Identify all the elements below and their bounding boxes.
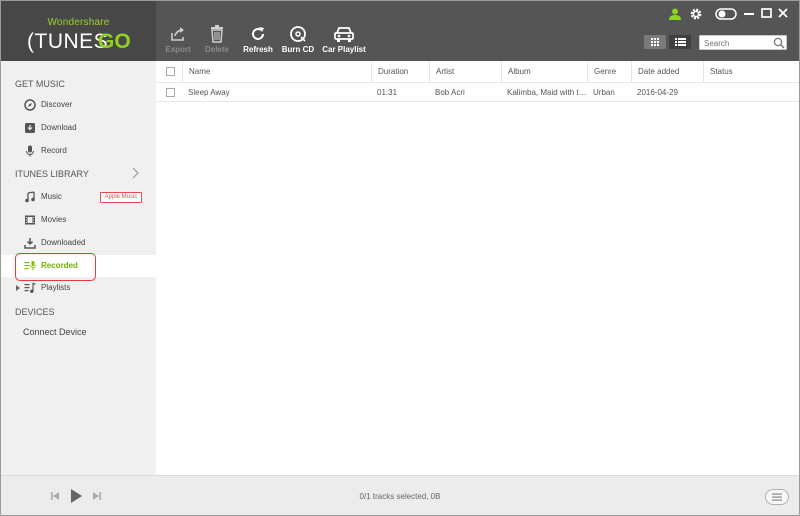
car-playlist-button[interactable]: Car Playlist xyxy=(321,25,367,57)
sidebar-item-downloaded[interactable]: Downloaded xyxy=(1,232,156,254)
row-checkbox[interactable] xyxy=(166,88,175,97)
gear-icon[interactable] xyxy=(689,7,703,21)
column-header-status[interactable]: Status xyxy=(703,61,799,83)
brand-go-text: GO xyxy=(98,30,131,53)
burn-cd-button[interactable]: Burn CD xyxy=(281,25,315,57)
export-label: Export xyxy=(165,45,191,54)
refresh-button[interactable]: Refresh xyxy=(241,25,275,57)
queue-list-icon xyxy=(772,493,782,501)
refresh-label: Refresh xyxy=(243,45,273,54)
burn-cd-label: Burn CD xyxy=(281,45,315,54)
sidebar-item-record[interactable]: Record xyxy=(1,140,156,162)
column-header-album[interactable]: Album xyxy=(501,61,587,83)
player-bar: 0/1 tracks selected, 0B xyxy=(1,475,799,515)
sidebar-item-label: Record xyxy=(41,146,67,155)
apple-music-badge[interactable]: Apple Music xyxy=(100,192,142,203)
cell-genre: Urban xyxy=(593,88,615,97)
mini-mode-toggle-icon[interactable] xyxy=(715,8,737,20)
list-icon xyxy=(675,38,686,46)
music-note-icon xyxy=(25,191,35,203)
sidebar-item-playlists[interactable]: Playlists xyxy=(1,277,156,299)
section-header-devices: DEVICES xyxy=(15,307,55,317)
app-window: Wondershare (TUNES GO Export Delete Refr… xyxy=(0,0,800,516)
playlist-icon xyxy=(24,282,36,293)
trash-icon xyxy=(211,25,223,43)
column-header-genre[interactable]: Genre xyxy=(587,61,631,83)
car-icon xyxy=(334,27,354,42)
minimize-icon[interactable] xyxy=(744,12,754,16)
cell-date-added: 2016-04-29 xyxy=(637,88,678,97)
playlist-queue-button[interactable] xyxy=(765,489,789,505)
download-tray-icon xyxy=(24,238,36,249)
column-header-duration[interactable]: Duration xyxy=(371,61,429,83)
sidebar-item-label: Download xyxy=(41,123,77,132)
sidebar-item-label: Downloaded xyxy=(41,238,86,247)
close-icon[interactable] xyxy=(778,8,788,18)
sidebar-item-download[interactable]: Download xyxy=(1,117,156,139)
delete-button[interactable]: Delete xyxy=(203,25,231,57)
section-header-get-music: GET MUSIC xyxy=(15,79,65,89)
cell-duration: 01:31 xyxy=(377,88,398,97)
logo-area: Wondershare (TUNES GO xyxy=(1,1,156,61)
cell-artist: Bob Acri xyxy=(435,88,465,97)
sidebar-item-movies[interactable]: Movies xyxy=(1,209,156,231)
grid-view-button[interactable] xyxy=(644,35,666,49)
table-header: Name Duration Artist Album Genre Date ad… xyxy=(157,61,799,83)
cd-icon xyxy=(290,26,306,42)
sidebar-item-label: Movies xyxy=(41,215,67,224)
connect-device-link[interactable]: Connect Device xyxy=(23,327,87,337)
cell-album: Kalimba, Maid with th... xyxy=(507,88,587,97)
sidebar-item-label: Music xyxy=(41,192,62,201)
column-header-artist[interactable]: Artist xyxy=(429,61,501,83)
tunesgo-logo: (TUNES GO xyxy=(27,30,131,53)
microphone-icon xyxy=(26,145,34,157)
compass-icon xyxy=(24,99,36,111)
brand-tunes-text: (TUNES xyxy=(27,30,108,53)
selection-status-text: 0/1 tracks selected, 0B xyxy=(359,492,441,501)
film-icon xyxy=(25,215,35,225)
brand-wondershare: Wondershare xyxy=(47,17,110,28)
search-icon[interactable] xyxy=(773,37,785,49)
maximize-icon[interactable] xyxy=(761,8,772,18)
section-header-itunes-library: ITUNES LIBRARY xyxy=(15,169,89,179)
select-all-checkbox[interactable] xyxy=(166,67,175,76)
top-toolbar: Wondershare (TUNES GO Export Delete Refr… xyxy=(1,1,799,61)
export-button[interactable]: Export xyxy=(163,25,193,57)
cell-status xyxy=(703,83,799,102)
sidebar-item-discover[interactable]: Discover xyxy=(1,94,156,116)
sidebar-item-label: Discover xyxy=(41,100,73,109)
chevron-right-icon[interactable] xyxy=(131,167,139,179)
sidebar-item-label: Playlists xyxy=(41,283,71,292)
refresh-icon xyxy=(252,27,264,40)
grid-icon xyxy=(651,38,659,46)
column-header-name[interactable]: Name xyxy=(182,61,371,83)
list-view-button[interactable] xyxy=(669,35,691,49)
track-table: Name Duration Artist Album Genre Date ad… xyxy=(157,61,799,102)
cell-name: Sleep Away xyxy=(188,88,230,97)
export-icon xyxy=(171,27,184,41)
column-header-date-added[interactable]: Date added xyxy=(631,61,703,83)
sidebar: GET MUSIC Discover Download Record ITUNE… xyxy=(1,61,156,475)
delete-label: Delete xyxy=(204,45,229,54)
download-box-icon xyxy=(25,123,35,133)
user-icon[interactable] xyxy=(669,8,681,20)
table-row[interactable]: Sleep Away 01:31 Bob Acri Kalimba, Maid … xyxy=(157,83,799,102)
car-playlist-label: Car Playlist xyxy=(322,45,366,54)
